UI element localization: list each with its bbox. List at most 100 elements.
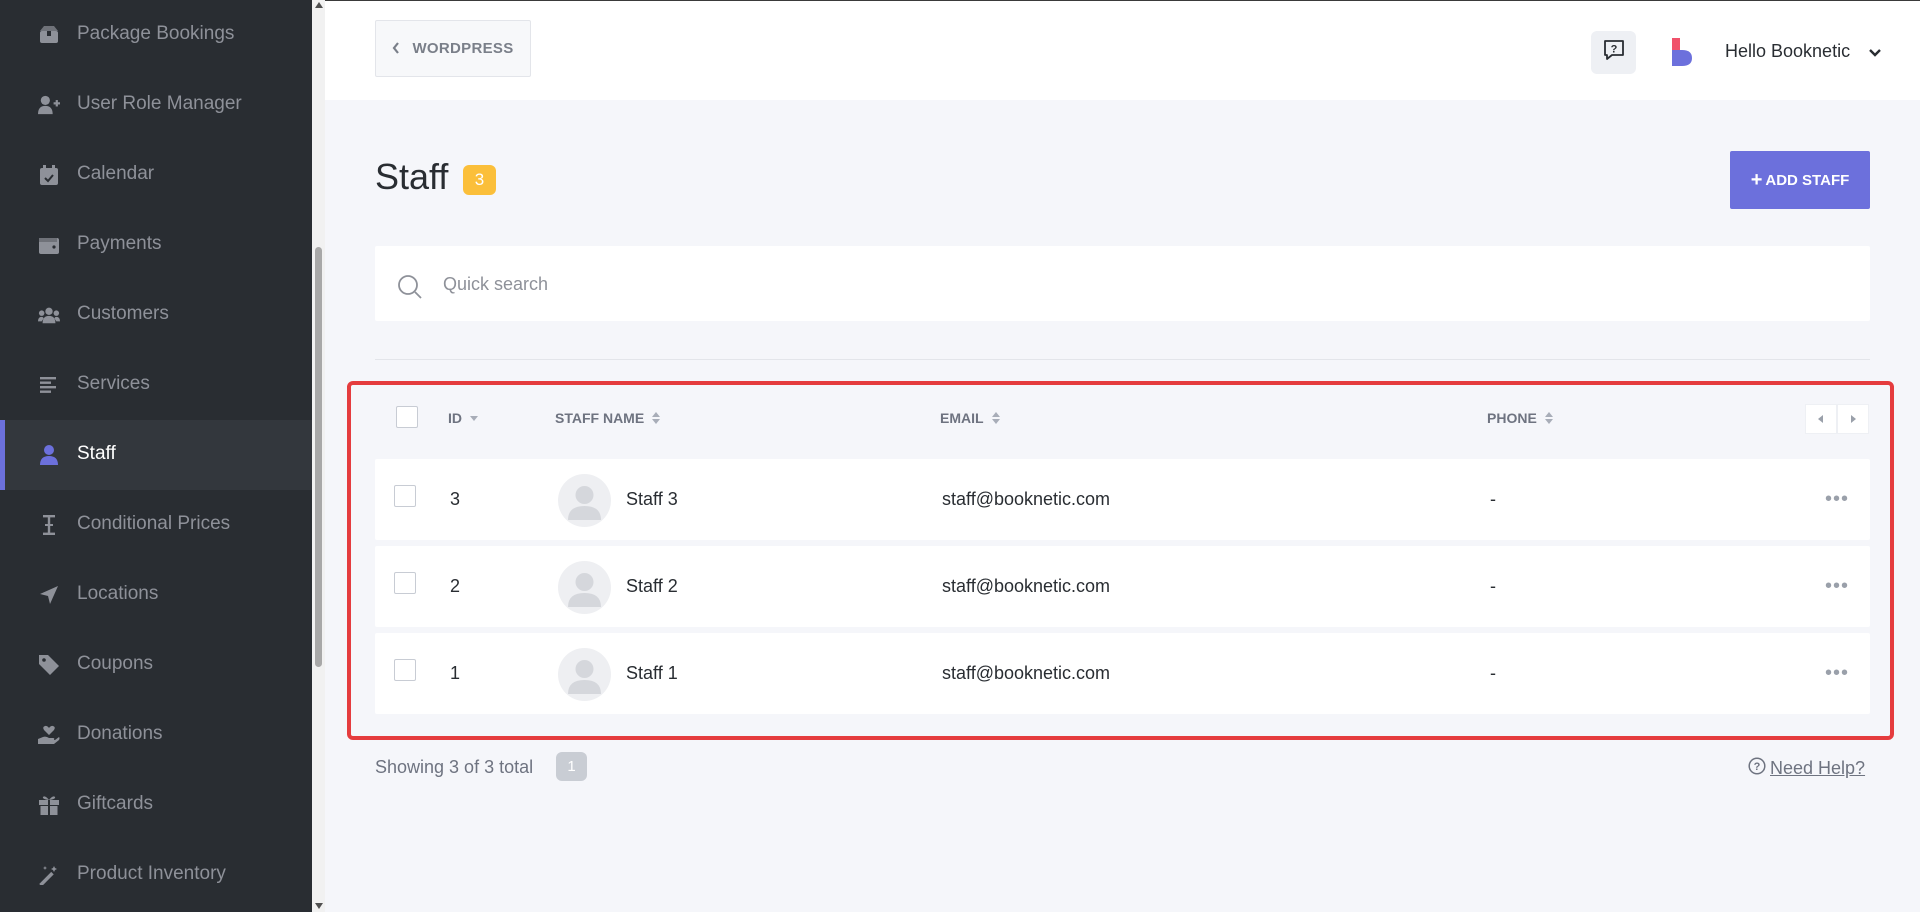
sidebar-item-label: Payments xyxy=(77,233,162,254)
svg-text:?: ? xyxy=(1610,44,1617,56)
sidebar-item-product-inventory[interactable]: Product Inventory xyxy=(0,840,312,910)
sidebar-item-payments[interactable]: Payments xyxy=(0,210,312,280)
sidebar-item-user-role-manager[interactable]: User Role Manager xyxy=(0,70,312,140)
column-header-label: PHONE xyxy=(1487,410,1537,426)
staff-email: staff@booknetic.com xyxy=(942,663,1111,683)
help-chat-button[interactable]: ? xyxy=(1591,31,1636,74)
staff-id: 2 xyxy=(450,576,461,596)
more-actions-icon[interactable]: ••• xyxy=(1825,662,1849,685)
column-header-label: EMAIL xyxy=(940,410,984,426)
search-bar xyxy=(375,246,1870,321)
list-icon xyxy=(38,374,60,396)
sidebar-item-donations[interactable]: Donations xyxy=(0,700,312,770)
top-bar: WORDPRESS ? Hello Booknetic xyxy=(325,0,1920,100)
need-help-label: Need Help? xyxy=(1770,758,1866,778)
scroll-up-arrow[interactable] xyxy=(315,2,323,8)
sidebar-item-label: Staff xyxy=(77,443,116,464)
question-chat-icon: ? xyxy=(1603,39,1625,66)
more-actions-icon[interactable]: ••• xyxy=(1825,488,1849,511)
staff-name: Staff 1 xyxy=(626,663,678,683)
staff-id: 1 xyxy=(450,663,461,683)
add-staff-label: ADD STAFF xyxy=(1765,171,1850,189)
search-icon xyxy=(397,274,423,305)
users-icon xyxy=(38,304,60,326)
page-title: Staff xyxy=(375,156,449,197)
caret-right-icon xyxy=(1850,410,1856,428)
select-all-checkbox[interactable] xyxy=(396,406,418,428)
column-header-id[interactable]: ID xyxy=(448,410,478,426)
tag-icon xyxy=(38,654,60,676)
search-input[interactable] xyxy=(443,264,1823,304)
sort-desc-icon xyxy=(470,415,478,421)
wordpress-label: WORDPRESS xyxy=(412,40,514,57)
scroll-down-arrow[interactable] xyxy=(315,903,323,909)
table-scroll-left-button[interactable] xyxy=(1805,404,1837,434)
column-header-phone[interactable]: PHONE xyxy=(1487,410,1553,426)
wallet-icon xyxy=(38,234,60,256)
sidebar: Package Bookings User Role Manager Calen… xyxy=(0,0,312,912)
booknetic-logo-icon xyxy=(1670,38,1692,66)
sidebar-item-conditional-prices[interactable]: Conditional Prices xyxy=(0,490,312,560)
column-header-staff-name[interactable]: STAFF NAME xyxy=(555,410,661,426)
caret-left-icon xyxy=(1818,410,1824,428)
sidebar-scrollbar[interactable] xyxy=(312,0,325,912)
calendar-icon xyxy=(38,164,60,186)
row-checkbox[interactable] xyxy=(394,659,416,681)
chevron-left-icon xyxy=(392,41,400,57)
avatar xyxy=(558,474,611,527)
more-actions-icon[interactable]: ••• xyxy=(1825,575,1849,598)
sidebar-item-label: User Role Manager xyxy=(77,93,242,114)
sidebar-item-services[interactable]: Services xyxy=(0,350,312,420)
hand-holding-heart-icon xyxy=(38,724,60,746)
sidebar-item-label: Giftcards xyxy=(77,793,154,814)
staff-phone: - xyxy=(1490,576,1496,596)
question-circle-icon: ? xyxy=(1748,757,1766,780)
sidebar-item-label: Package Bookings xyxy=(77,23,235,44)
avatar xyxy=(558,561,611,614)
sidebar-item-locations[interactable]: Locations xyxy=(0,560,312,630)
chevron-down-icon[interactable] xyxy=(1869,44,1881,62)
staff-phone: - xyxy=(1490,489,1496,509)
sidebar-item-label: Customers xyxy=(77,303,169,324)
svg-text:?: ? xyxy=(1754,761,1761,773)
user-plus-icon xyxy=(38,94,60,116)
sidebar-item-coupons[interactable]: Coupons xyxy=(0,630,312,700)
magic-wand-icon xyxy=(38,864,60,886)
sidebar-item-label: Conditional Prices xyxy=(77,513,231,534)
sidebar-item-package-bookings[interactable]: Package Bookings xyxy=(0,0,312,70)
sidebar-item-staff[interactable]: Staff xyxy=(0,420,312,490)
staff-count-badge: 3 xyxy=(463,165,496,195)
row-checkbox[interactable] xyxy=(394,572,416,594)
column-header-email[interactable]: EMAIL xyxy=(940,410,1000,426)
location-arrow-icon xyxy=(38,584,60,606)
sidebar-item-label: Calendar xyxy=(77,163,155,184)
sidebar-item-giftcards[interactable]: Giftcards xyxy=(0,770,312,840)
table-row[interactable]: 1 Staff 1 staff@booknetic.com - ••• xyxy=(375,633,1870,714)
sort-icon xyxy=(652,412,661,424)
staff-email: staff@booknetic.com xyxy=(942,576,1111,596)
package-icon xyxy=(38,24,60,46)
showing-count-text: Showing 3 of 3 total xyxy=(375,757,534,777)
user-greeting[interactable]: Hello Booknetic xyxy=(1725,41,1850,62)
divider xyxy=(375,359,1870,360)
scroll-thumb[interactable] xyxy=(315,247,322,667)
avatar xyxy=(558,648,611,701)
table-header: ID STAFF NAME EMAIL PHONE xyxy=(375,400,1870,440)
plus-icon: + xyxy=(1750,168,1763,191)
sidebar-item-customers[interactable]: Customers xyxy=(0,280,312,350)
column-header-label: STAFF NAME xyxy=(555,410,645,426)
row-checkbox[interactable] xyxy=(394,485,416,507)
sort-icon xyxy=(1544,412,1553,424)
need-help-link[interactable]: ? Need Help? xyxy=(1748,757,1865,780)
sidebar-item-calendar[interactable]: Calendar xyxy=(0,140,312,210)
table-row[interactable]: 3 Staff 3 staff@booknetic.com - ••• xyxy=(375,459,1870,540)
staff-name: Staff 2 xyxy=(626,576,678,596)
staff-email: staff@booknetic.com xyxy=(942,489,1111,509)
add-staff-button[interactable]: + ADD STAFF xyxy=(1730,151,1870,209)
table-scroll-right-button[interactable] xyxy=(1837,404,1869,434)
i-beam-icon xyxy=(38,514,60,536)
table-row[interactable]: 2 Staff 2 staff@booknetic.com - ••• xyxy=(375,546,1870,627)
page-number-button[interactable]: 1 xyxy=(556,752,587,781)
wordpress-back-button[interactable]: WORDPRESS xyxy=(375,20,531,77)
sidebar-item-label: Locations xyxy=(77,583,159,604)
